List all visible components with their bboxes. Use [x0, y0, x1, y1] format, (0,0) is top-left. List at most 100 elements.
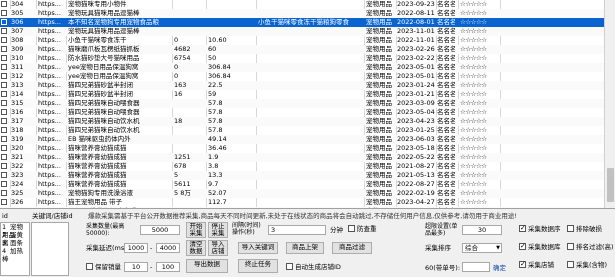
option-checkbox[interactable]: 排除破损 — [567, 225, 602, 233]
row-checkbox[interactable] — [1, 45, 9, 54]
auto-shop-id-checkbox[interactable]: 自动生成店铺ID — [286, 263, 341, 271]
page-input[interactable] — [462, 262, 490, 272]
row-checkbox[interactable] — [1, 207, 9, 209]
option-checkbox[interactable]: 采集数据库 — [519, 242, 561, 251]
table-row[interactable]: 323 https... 猫咪营养膏幼猫成猫 5 13.3 宠物用品 2021-05-13 名… — [0, 171, 604, 180]
table-row[interactable]: 305 https... 宠物玩具猫咪用品逗猫棒 宠物用品 2022-08-11 名名名 ☆… — [0, 9, 604, 18]
scrollbar-thumb[interactable] — [607, 168, 614, 202]
table-row[interactable]: 312 https... yee宠物日用品保温狗窝 0 306.84 宠物用品 2023-0… — [0, 72, 604, 81]
import-shop-button[interactable]: 导入店铺 — [208, 240, 228, 256]
option-checkbox[interactable]: 采集数据序 — [519, 224, 561, 233]
table-row[interactable]: 315 https... 猫四兄弟猫咪自动喂食器 57.8 宠物用品 2023-03-09… — [0, 99, 604, 108]
table-row[interactable]: 304 https... 宠物猫咪专用小物件 宠物用品 2023-09-23 名名名 ☆☆☆… — [0, 0, 604, 9]
row-checkbox[interactable] — [1, 36, 9, 45]
row-checkbox[interactable] — [1, 54, 9, 63]
table-row[interactable]: 318 https... 猫四兄弟猫咪自动饮水机 57.8 宠物用品 2023-01-25… — [0, 126, 604, 135]
interval-max-input[interactable]: 4000 — [156, 243, 180, 253]
checkbox-box — [1, 208, 7, 209]
collect-count-input[interactable]: 5000 — [140, 225, 180, 235]
stop-collect-button[interactable]: 停止采集 — [208, 222, 228, 238]
cell-extra: 306.84 — [208, 63, 231, 71]
row-checkbox[interactable] — [1, 63, 9, 72]
table-row[interactable]: 321 https... 猫咪营养膏幼猫成猫 1251 1.9 宠物用品 2022-05-2… — [0, 153, 604, 162]
table-row[interactable]: 311 https... yee宠物日用品保温狗窝 0 306.84 宠物用品 2023-0… — [0, 63, 604, 72]
table-row[interactable]: 317 https... 猫四兄弟猫咪自动饮水机 18 57.8 宠物用品 2023-04-… — [0, 117, 604, 126]
cell-cat: 宠物用品 — [366, 144, 392, 152]
keep-max-input[interactable]: 100 — [156, 262, 180, 272]
product-filter-button[interactable]: 商品过滤 — [332, 242, 372, 254]
table-row[interactable]: 320 https... 猫咪营养膏幼猫成猫 36.46 宠物用品 2023-05-18 名… — [0, 144, 604, 153]
row-checkbox[interactable] — [1, 171, 9, 180]
clear-data-button[interactable]: 清空数据 — [186, 240, 206, 256]
table-row[interactable]: 310 https... 防水猫砂垫大号猫咪用品 6754 50 宠物用品 2023-02-… — [0, 54, 604, 63]
range-limit-input[interactable]: 30 — [462, 225, 502, 235]
table-row[interactable]: 314 https... 猫四兄弟猫砂盆半封闭 16 59 宠物用品 2023-01-21 名… — [0, 90, 604, 99]
option-checkbox[interactable]: 采集店铺 — [519, 260, 554, 269]
import-keyword-button[interactable]: 导入关键词 — [238, 242, 278, 254]
start-collect-button[interactable]: 开始采集 — [186, 222, 206, 238]
list-item[interactable]: 1 宠物用品 — [1, 223, 29, 239]
cell-id: 319 — [11, 135, 24, 143]
table-row[interactable]: 316 https... 猫四兄弟猫咪自动喂食器 57.8 宠物用品 2023-05-04… — [0, 108, 604, 117]
row-checkbox[interactable] — [1, 153, 9, 162]
table-row[interactable]: 306 https... 本不知名宠物狗专用宠物食品粮 小鱼干猫咪零食冻干猫粮狗零食 宠… — [0, 18, 604, 27]
table-row[interactable]: 319 https... EB 猫咪驱虫药体内外 49.14 宠物用品 2023-06-0… — [0, 135, 604, 144]
row-checkbox[interactable] — [1, 180, 9, 189]
checkbox-box — [1, 100, 7, 106]
table-row[interactable]: 309 https... 猫咪磨爪板瓦楞纸猫抓板 4682 60 宠物用品 2023-02-… — [0, 45, 604, 54]
keep-range-checkbox[interactable]: 保留销量 — [86, 263, 121, 271]
row-checkbox[interactable] — [1, 9, 9, 18]
row-checkbox[interactable] — [1, 162, 9, 171]
table-row[interactable]: 324 https... 猫咪营养膏幼猫成猫 5611 9.7 宠物用品 2022-08-2… — [0, 180, 604, 189]
row-checkbox[interactable] — [1, 99, 9, 108]
grid-vertical-scrollbar[interactable] — [604, 0, 615, 208]
row-checkbox[interactable] — [1, 117, 9, 126]
row-checkbox[interactable] — [1, 198, 9, 207]
row-checkbox[interactable] — [1, 135, 9, 144]
table-row[interactable]: 325 https... 宠物猫狗专用洗澡浴液 5 8万 52.07 宠物用品 2022-0… — [0, 189, 604, 198]
sort-select[interactable]: 综合 ▼ — [462, 243, 502, 253]
cell-url: https... — [38, 0, 61, 8]
row-checkbox[interactable] — [1, 18, 9, 27]
row-checkbox[interactable] — [1, 126, 9, 135]
cell-extra: 13.3 — [208, 171, 223, 179]
table-row[interactable]: 327https...Coosys狗狗保温窝冬季029.75宠物用品2023-0… — [0, 207, 604, 209]
cell-stars: ☆☆☆☆☆ — [460, 90, 487, 98]
table-row[interactable]: 322 https... 猫咪营养膏幼猫成猫 678 3.8 宠物用品 2021-08-27… — [0, 162, 604, 171]
table-row[interactable]: 307 https... 宠物玩具猫咪用品逗猫棒 宠物用品 2023-11-01 名名名 ☆… — [0, 27, 604, 36]
cell-date: 2023-03-09 — [397, 99, 435, 107]
row-checkbox[interactable] — [1, 27, 9, 36]
apply-link[interactable]: 确定 — [493, 264, 506, 272]
option-checkbox[interactable]: 采集(含物) — [567, 261, 607, 269]
row-checkbox[interactable] — [1, 0, 9, 9]
option-checkbox[interactable]: 排名过滤(高) — [567, 243, 614, 251]
keep-min-input[interactable]: 10 — [124, 262, 148, 272]
interval-min-input[interactable]: 1000 — [124, 243, 148, 253]
table-row[interactable]: 308 https... 小鱼干猫咪零食冻干 0 10.60 宠物用品 2022-11-01… — [0, 36, 604, 45]
table-row[interactable]: 313 https... 猫四兄弟猫砂盆半封闭 163 22.5 宠物用品 2023-01-… — [0, 81, 604, 90]
cell-title: 猫咪营养膏幼猫成猫 — [68, 144, 127, 152]
stop-task-button[interactable]: 终止任务 — [238, 259, 278, 273]
row-checkbox[interactable] — [1, 81, 9, 90]
row-checkbox[interactable] — [1, 189, 9, 198]
cell-cat: 宠物用品 — [366, 45, 392, 53]
cell-url: https... — [38, 54, 61, 62]
list-item[interactable]: 2 蛋黄酱 — [1, 231, 29, 247]
row-checkbox[interactable] — [1, 90, 9, 99]
list-item[interactable]: 3 面条 — [1, 239, 29, 247]
export-data-button[interactable]: 导出数据 — [186, 259, 228, 273]
cell-stars: ☆☆☆☆☆ — [460, 171, 487, 179]
list-item[interactable]: 4 加热棒 — [1, 247, 29, 263]
cell-stars: ☆☆☆☆☆ — [460, 162, 487, 170]
cell-shop: 名名名 — [437, 162, 455, 170]
category-list[interactable]: 1 宠物用品 2 蛋黄酱 3 面条 4 加热棒 — [0, 222, 30, 276]
interval-count-input[interactable]: 3 — [268, 225, 326, 235]
product-listing-button[interactable]: 商品上架 — [286, 242, 324, 254]
product-grid[interactable]: 304 https... 宠物猫咪专用小物件 宠物用品 2023-09-23 名名名 ☆☆☆… — [0, 0, 615, 209]
keyword-input-box[interactable] — [31, 222, 69, 276]
row-checkbox[interactable] — [1, 72, 9, 81]
row-checkbox[interactable] — [1, 144, 9, 153]
table-row[interactable]: 326 https... 猫王宠物用品 带子 112.7 宠物用品 2023-04-27 名… — [0, 198, 604, 207]
dedupe-checkbox[interactable]: 防查重 — [348, 225, 377, 233]
row-checkbox[interactable] — [1, 108, 9, 117]
